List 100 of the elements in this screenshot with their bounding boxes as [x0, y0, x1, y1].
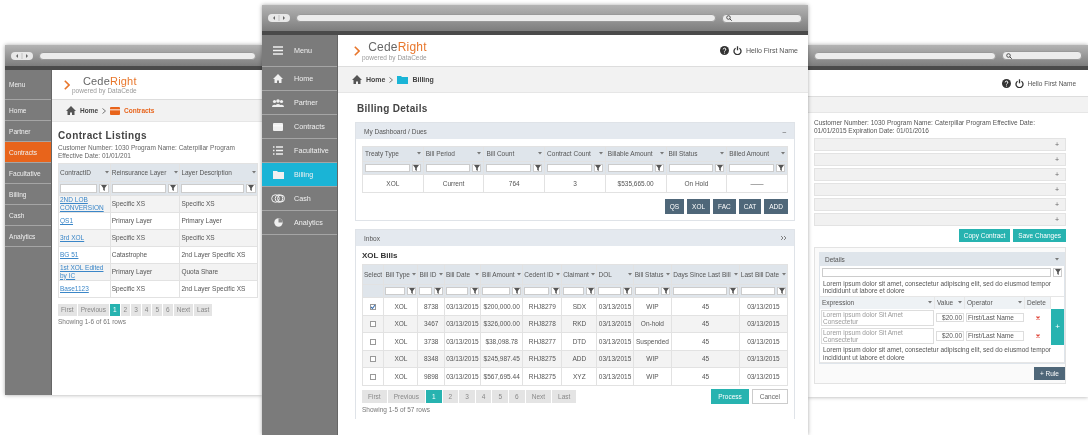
delete-icon[interactable] [1036, 333, 1040, 338]
filter-button[interactable] [246, 183, 256, 193]
checkbox[interactable] [370, 373, 377, 380]
filter-button[interactable] [411, 164, 421, 172]
search-bar[interactable] [722, 13, 802, 23]
filter-field[interactable] [598, 287, 621, 295]
filter-button[interactable] [407, 287, 417, 295]
filter-icon [624, 288, 631, 294]
filter-button[interactable] [715, 164, 725, 172]
filter-field[interactable] [563, 287, 585, 295]
filter-icon [435, 288, 442, 294]
list-icon [273, 146, 283, 155]
help-icon [719, 46, 729, 55]
filter-icon [656, 165, 662, 171]
caret-icon [174, 170, 179, 174]
filter-field[interactable] [419, 287, 432, 295]
filter-field[interactable] [445, 287, 469, 295]
caret-icon [1018, 301, 1022, 305]
filter-button[interactable] [654, 164, 664, 172]
filter-icon [588, 288, 594, 294]
filter-button[interactable] [776, 164, 785, 172]
filter-field[interactable] [668, 164, 714, 172]
delete-icon[interactable] [1036, 315, 1040, 320]
page-title: Billing Details [356, 102, 429, 116]
filter-icon [100, 185, 107, 192]
checkbox[interactable] [370, 356, 377, 363]
filter-field[interactable] [181, 183, 244, 193]
filter-field[interactable] [524, 287, 550, 295]
filter-button[interactable] [472, 164, 482, 172]
filter-icon [534, 165, 541, 171]
filter-field[interactable] [729, 164, 774, 172]
add-row-button[interactable]: + [1051, 308, 1064, 346]
page-title: Contract Listings [58, 129, 149, 143]
filter-button[interactable] [551, 287, 561, 295]
folder-icon [272, 170, 284, 179]
filter-field[interactable] [486, 164, 532, 172]
filter-button[interactable] [593, 164, 603, 172]
caret-icon [591, 273, 596, 276]
caret-icon [556, 273, 561, 276]
power-icon [1014, 78, 1024, 88]
filter-button[interactable] [661, 287, 671, 295]
pie-chart-icon [273, 218, 283, 227]
filter-field[interactable] [822, 267, 1051, 277]
filter-button[interactable] [433, 287, 443, 295]
caret-icon [598, 152, 603, 156]
checkbox[interactable] [370, 338, 377, 345]
search-bar[interactable] [1002, 51, 1082, 60]
filter-button[interactable] [586, 287, 596, 295]
filter-field[interactable] [365, 164, 410, 172]
caret-icon [438, 273, 443, 276]
filter-field[interactable] [425, 164, 471, 172]
logo-chevron-icon [354, 45, 360, 56]
power-icon [732, 46, 742, 55]
checkbox[interactable] [370, 321, 377, 328]
back-forward-icon [11, 51, 33, 60]
home-icon [66, 106, 76, 115]
filter-icon [413, 165, 420, 171]
caret-icon [412, 273, 417, 276]
filter-button[interactable] [728, 287, 738, 295]
logo-text: CedeRight [82, 75, 137, 87]
filter-field[interactable] [547, 164, 592, 172]
filter-icon [408, 288, 415, 294]
caret-icon [416, 152, 421, 156]
caret-icon [1055, 257, 1059, 261]
filter-field[interactable] [385, 287, 406, 295]
chevron-icon [389, 76, 394, 83]
filter-field[interactable] [111, 183, 167, 193]
filter-field[interactable] [673, 287, 727, 295]
filter-icon [552, 288, 559, 294]
logo-chevron-icon [64, 79, 70, 90]
filter-button[interactable] [512, 287, 522, 295]
filter-icon [662, 288, 669, 294]
filter-icon [170, 185, 177, 192]
filter-field[interactable] [60, 183, 97, 193]
filter-button[interactable] [622, 287, 632, 295]
expand-icon [781, 236, 786, 240]
caret-icon [252, 170, 256, 174]
filter-button[interactable] [1053, 267, 1062, 277]
caret-icon [538, 152, 543, 156]
filter-field[interactable] [482, 287, 511, 295]
caret-icon [928, 301, 932, 305]
checkbox[interactable] [370, 303, 377, 310]
filter-icon [595, 165, 602, 171]
filter-button[interactable] [470, 287, 480, 295]
address-bar[interactable] [39, 51, 256, 60]
filter-button[interactable] [777, 287, 786, 295]
filter-icon [248, 185, 254, 192]
filter-button[interactable] [533, 164, 543, 172]
address-bar[interactable] [814, 51, 996, 60]
folder-icon [397, 75, 409, 84]
address-bar[interactable] [296, 14, 716, 22]
card-icon [273, 122, 283, 131]
filter-button[interactable] [98, 183, 109, 193]
filter-field[interactable] [740, 287, 775, 295]
caret-icon [666, 273, 671, 276]
filter-field[interactable] [607, 164, 653, 172]
help-icon [1001, 78, 1011, 88]
filter-field[interactable] [634, 287, 660, 295]
filter-button[interactable] [168, 183, 179, 193]
logo-text: CedeRight [368, 40, 427, 54]
